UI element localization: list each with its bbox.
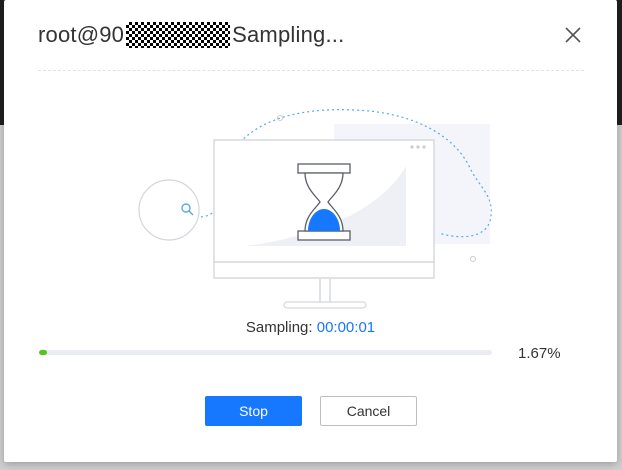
sampling-dialog: root@90 Sampling... Sampling: 00:00:01 1…	[4, 0, 617, 462]
close-icon	[565, 27, 581, 43]
dialog-title: root@90 Sampling...	[38, 22, 344, 48]
progress-percent: 1.67%	[518, 345, 561, 362]
elapsed-time: 00:00:01	[316, 319, 376, 336]
title-host-prefix: root@90	[38, 22, 125, 47]
sampling-label: Sampling:	[245, 319, 317, 336]
cancel-button[interactable]: Cancel	[320, 396, 417, 426]
dialog-header: root@90 Sampling...	[4, 0, 617, 72]
header-divider	[38, 70, 584, 71]
hourglass-monitor-illustration	[138, 109, 492, 309]
progress-bar-fill	[39, 350, 47, 355]
redacted-host-block	[126, 22, 231, 48]
sampling-status: Sampling: 00:00:01	[4, 319, 617, 336]
progress-bar	[39, 350, 492, 355]
stop-button[interactable]: Stop	[205, 396, 302, 426]
title-status: Sampling...	[232, 22, 345, 47]
close-button[interactable]	[562, 24, 584, 46]
